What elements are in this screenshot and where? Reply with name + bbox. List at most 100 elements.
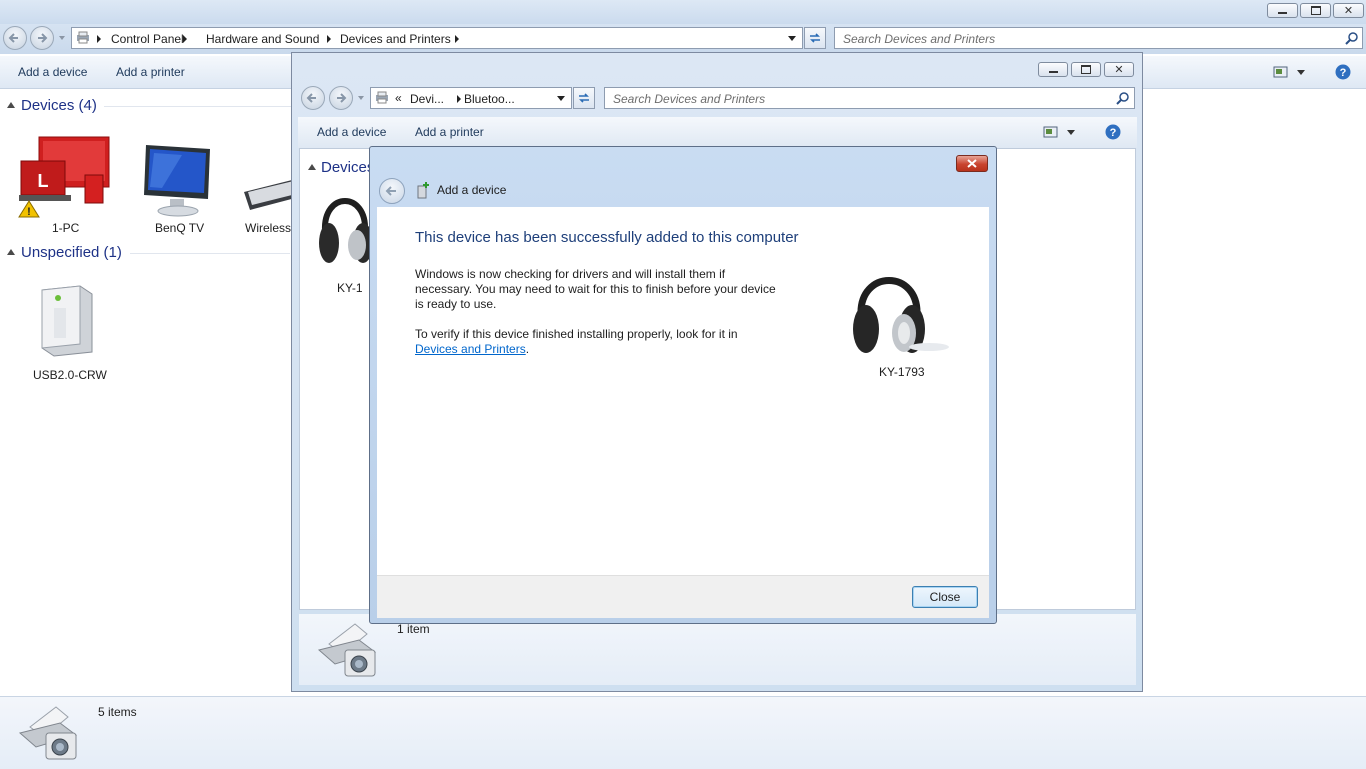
win2-back-button[interactable]: [301, 86, 325, 110]
breadcrumb-separator-icon: [183, 35, 187, 43]
address-dropdown-icon[interactable]: [557, 96, 565, 101]
dialog-back-button[interactable]: [379, 178, 405, 204]
breadcrumb-control-panel[interactable]: Control Panel: [111, 32, 184, 46]
collapse-devices-icon[interactable]: [7, 102, 15, 108]
back-arrow-icon: [8, 33, 18, 43]
breadcrumb-separator-icon: [327, 35, 331, 43]
search-box[interactable]: Search Devices and Printers: [834, 27, 1363, 49]
add-device-dialog: Add a device This device has been succes…: [369, 146, 997, 624]
recent-pages-dropdown-icon[interactable]: [59, 36, 65, 40]
minimize-icon: [1278, 12, 1287, 14]
win2-close-button[interactable]: ✕: [1104, 62, 1134, 77]
breadcrumb-separator-icon: [455, 35, 459, 43]
win2-maximize-button[interactable]: [1071, 62, 1101, 77]
minimize-icon: [1048, 70, 1058, 73]
card-reader-icon: [41, 285, 93, 357]
status-item-count: 5 items: [98, 705, 137, 719]
address-row: Control Panel Hardware and Sound Devices…: [0, 24, 1366, 54]
printer-camera-icon: [317, 623, 377, 677]
back-arrow-icon: [385, 186, 396, 196]
device-label[interactable]: 1-PC: [52, 221, 79, 235]
dialog-title: Add a device: [437, 183, 507, 197]
added-device-image: [849, 263, 949, 359]
device-label[interactable]: KY-1: [337, 281, 363, 295]
devices-printers-icon: [376, 91, 388, 104]
search-placeholder: Search Devices and Printers: [843, 32, 996, 46]
win2-status-item-count: 1 item: [397, 622, 430, 636]
svg-text:?: ?: [1340, 67, 1347, 79]
monitor-icon: [144, 145, 210, 217]
device-label[interactable]: BenQ TV: [155, 221, 204, 235]
close-window-button[interactable]: ✕: [1333, 3, 1364, 18]
refresh-icon: [579, 93, 589, 103]
add-printer-button[interactable]: Add a printer: [116, 65, 185, 79]
main-status-bar: 5 items: [0, 696, 1366, 769]
change-view-icon[interactable]: [1043, 126, 1059, 138]
device-label[interactable]: USB2.0-CRW: [33, 368, 107, 382]
change-view-icon[interactable]: [1273, 66, 1289, 78]
breadcrumb-devices[interactable]: Devi...: [410, 92, 444, 106]
win2-search-box[interactable]: Search Devices and Printers: [604, 87, 1135, 109]
refresh-button[interactable]: [804, 27, 826, 49]
dialog-close-button[interactable]: [956, 155, 988, 172]
search-placeholder: Search Devices and Printers: [613, 92, 766, 106]
devices-printers-icon: [77, 31, 89, 44]
keyboard-icon: [244, 180, 291, 210]
address-dropdown-icon[interactable]: [788, 36, 796, 41]
breadcrumb-devices-and-printers[interactable]: Devices and Printers: [340, 32, 451, 46]
devices-and-printers-link[interactable]: Devices and Printers: [415, 342, 526, 356]
dialog-paragraph-verify: To verify if this device finished instal…: [415, 327, 785, 357]
win2-devices-group-header[interactable]: Devices: [321, 159, 374, 176]
help-icon[interactable]: ?: [1105, 124, 1121, 140]
device-usb2-crw[interactable]: [36, 282, 100, 360]
forward-button[interactable]: [30, 26, 54, 50]
win2-command-bar: Add a device Add a printer ?: [298, 117, 1137, 148]
win2-address-bar[interactable]: « Devi... Bluetoo...: [370, 87, 572, 109]
close-button[interactable]: Close: [912, 586, 978, 608]
add-device-button[interactable]: Add a device: [18, 65, 87, 79]
dialog-heading: This device has been successfully added …: [415, 229, 799, 246]
back-button[interactable]: [3, 26, 27, 50]
view-options-dropdown-icon[interactable]: [1297, 70, 1305, 75]
win2-add-device-button[interactable]: Add a device: [317, 125, 386, 139]
headphones-icon: [853, 277, 949, 353]
verify-text: To verify if this device finished instal…: [415, 327, 738, 341]
collapse-devices-icon[interactable]: [308, 164, 316, 170]
recent-pages-dropdown-icon[interactable]: [358, 96, 364, 100]
dialog-footer: Close: [377, 575, 989, 618]
win2-add-printer-button[interactable]: Add a printer: [415, 125, 484, 139]
device-1-pc[interactable]: L !: [17, 135, 113, 219]
svg-text:!: !: [27, 206, 31, 218]
device-ky-1793[interactable]: [317, 181, 373, 277]
close-icon: ✕: [1114, 64, 1124, 76]
restore-button[interactable]: [1300, 3, 1331, 18]
close-icon: ✕: [1343, 5, 1354, 17]
headphones-icon: [319, 198, 373, 263]
verify-period: .: [525, 342, 530, 356]
search-icon: [1345, 32, 1358, 45]
breadcrumb-bluetooth[interactable]: Bluetoo...: [464, 92, 515, 106]
collapse-unspecified-icon[interactable]: [7, 249, 15, 255]
win2-minimize-button[interactable]: [1038, 62, 1068, 77]
breadcrumb-hardware-and-sound[interactable]: Hardware and Sound: [206, 32, 319, 46]
laptop-icon: L !: [18, 136, 110, 218]
address-bar[interactable]: Control Panel Hardware and Sound Devices…: [71, 27, 803, 49]
device-benq-tv[interactable]: [142, 143, 214, 219]
device-wireless[interactable]: [240, 170, 291, 218]
add-device-icon: [417, 182, 429, 199]
breadcrumb-separator-icon: [97, 35, 101, 43]
restore-icon: [1310, 6, 1321, 15]
main-title-bar: ✕: [0, 0, 1366, 24]
view-options-dropdown-icon[interactable]: [1067, 130, 1075, 135]
minimize-button[interactable]: [1267, 3, 1298, 18]
win2-refresh-button[interactable]: [573, 87, 595, 109]
close-icon: [967, 159, 977, 168]
devices-group-header[interactable]: Devices (4): [21, 97, 97, 114]
dialog-paragraph-drivers: Windows is now checking for drivers and …: [415, 267, 776, 311]
win2-forward-button[interactable]: [329, 86, 353, 110]
forward-arrow-icon: [38, 33, 48, 43]
breadcrumb-overflow[interactable]: «: [395, 91, 402, 105]
device-label[interactable]: Wireless: [245, 221, 291, 235]
unspecified-group-header[interactable]: Unspecified (1): [21, 244, 122, 261]
help-icon[interactable]: ?: [1335, 64, 1351, 80]
